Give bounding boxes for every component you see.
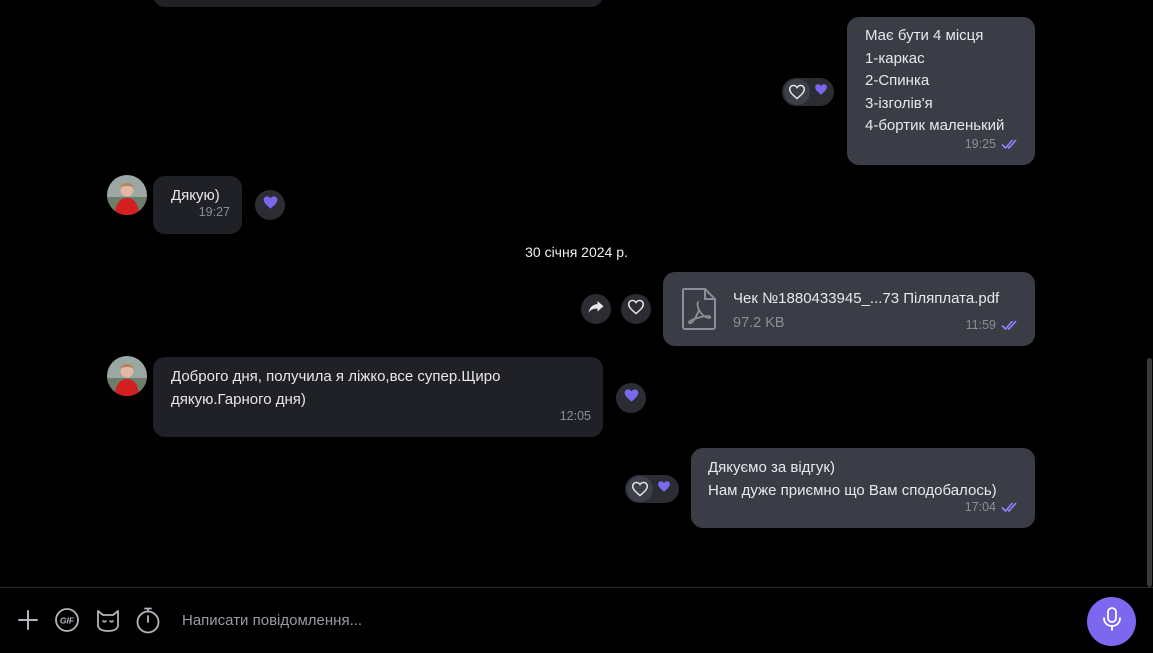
file-size: 97.2 KB (733, 315, 785, 331)
microphone-button[interactable] (1087, 597, 1136, 646)
date-separator: 30 січня 2024 р. (525, 244, 628, 260)
scrollbar[interactable] (1147, 358, 1152, 587)
message-meta: 19:25 (965, 133, 1021, 156)
read-ticks-icon (1001, 501, 1021, 513)
file-message-bubble[interactable]: Чек №1880433945_...73 Піляплата.pdf 97.2… (663, 272, 1035, 346)
message-meta: 17:04 (965, 496, 1021, 519)
message-meta: 12:05 (560, 405, 591, 428)
message-bubble-incoming[interactable]: Дякую) 19:27 (153, 176, 242, 234)
reaction-button[interactable] (255, 190, 285, 220)
read-ticks-icon (1001, 138, 1021, 150)
message-text-line: Дякуємо за відгук) (708, 459, 835, 476)
microphone-icon (1101, 606, 1123, 637)
message-text-line: 2-Спинка (865, 72, 930, 89)
plus-icon[interactable] (13, 605, 43, 635)
message-time: 19:27 (198, 204, 230, 219)
reaction-button[interactable] (621, 294, 651, 324)
message-bubble-outgoing[interactable]: Має бути 4 місця 1-каркас 2-Спинка 3-ізг… (847, 17, 1035, 165)
message-text-line: Має бути 4 місця (865, 27, 984, 44)
heart-outline-icon[interactable] (627, 476, 653, 502)
avatar[interactable] (107, 356, 147, 396)
message-text-line: 1-каркас (865, 49, 925, 67)
heart-outline-icon[interactable] (784, 79, 810, 105)
message-bubble-outgoing[interactable]: Дякуємо за відгук) Нам дуже приємно що В… (691, 448, 1035, 528)
chat-history[interactable]: Має бути 4 місця 1-каркас 2-Спинка 3-ізг… (0, 0, 1153, 587)
purple-heart-icon (623, 388, 640, 408)
message-time: 12:05 (559, 408, 591, 423)
gif-label: GIF (60, 616, 75, 626)
message-time: 11:59 (965, 317, 996, 332)
message-input[interactable]: Написати повідомлення... (182, 608, 1062, 634)
message-text-line: Доброго дня, получила я ліжко,все супер.… (171, 368, 501, 385)
message-text-line: 3-ізголів'я (865, 94, 933, 112)
read-ticks-icon (1001, 319, 1021, 331)
heart-outline-icon (627, 299, 645, 320)
message-meta: 19:27 (199, 201, 230, 224)
purple-heart-icon (657, 480, 671, 498)
message-time: 17:04 (964, 499, 996, 514)
file-name[interactable]: Чек №1880433945_...73 Піляплата.pdf (733, 288, 999, 311)
reaction-button[interactable] (616, 383, 646, 413)
message-time: 19:25 (964, 136, 996, 151)
purple-heart-icon (262, 195, 279, 215)
message-meta: 11:59 (966, 314, 1021, 337)
timer-icon[interactable] (133, 605, 163, 635)
gif-icon[interactable]: GIF (52, 605, 82, 635)
message-bubble-partial (153, 0, 603, 7)
message-composer: GIF Написати повідомлення... (0, 587, 1153, 653)
purple-heart-icon (814, 83, 828, 101)
message-bubble-incoming[interactable]: Доброго дня, получила я ліжко,все супер.… (153, 357, 603, 437)
forward-button[interactable] (581, 294, 611, 324)
avatar[interactable] (107, 175, 147, 215)
forward-icon (587, 299, 605, 320)
pdf-file-icon[interactable] (681, 288, 717, 330)
sticker-icon[interactable] (93, 605, 123, 635)
reaction-pill[interactable] (782, 78, 834, 106)
reaction-pill[interactable] (625, 475, 679, 503)
message-text-line: дякую.Гарного дня) (171, 390, 306, 408)
